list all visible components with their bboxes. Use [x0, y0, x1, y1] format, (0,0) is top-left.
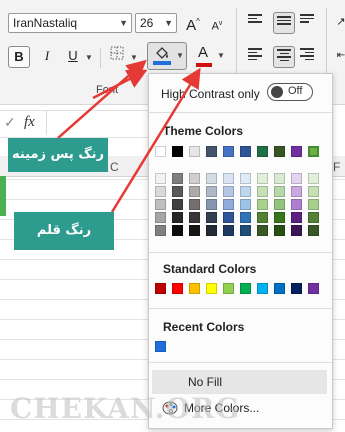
font-color-callout: رنگ قلم	[14, 212, 114, 250]
font-color-arrow	[110, 67, 201, 213]
fill-color-arrow-short	[92, 69, 148, 100]
fill-color-arrow	[57, 59, 147, 139]
fill-color-callout: رنگ پس زمینه	[8, 138, 108, 172]
watermark-logo: CHEKAN.ORG	[10, 392, 241, 425]
